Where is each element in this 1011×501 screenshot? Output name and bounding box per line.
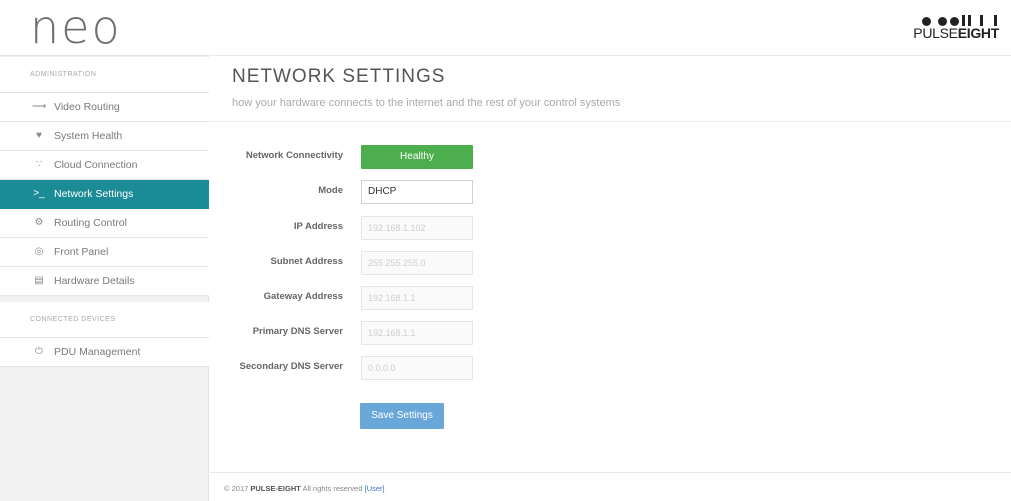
sidebar-item-label: Front Panel	[54, 246, 109, 258]
mode-row: Mode DHCP	[210, 180, 1011, 204]
network-connectivity-label: Network Connectivity	[245, 150, 343, 161]
pulse-eight-logo: PULSEEIGHT	[905, 12, 1001, 46]
secondary-dns-label: Secondary DNS Server	[239, 361, 344, 372]
gateway-address-field[interactable]: 192.168.1.1	[361, 286, 473, 310]
subnet-address-row: Subnet Address 255.255.255.0	[210, 251, 1011, 275]
hardware-icon: ▤	[34, 275, 44, 286]
divider	[210, 121, 1011, 122]
page-title: NETWORK SETTINGS	[232, 66, 446, 87]
ip-address-row: IP Address 192.168.1.102	[210, 216, 1011, 240]
sidebar-item-label: Cloud Connection	[54, 159, 138, 171]
sidebar-item-label: Hardware Details	[54, 275, 135, 287]
ip-address-label: IP Address	[293, 221, 343, 232]
logo-box: neo	[0, 0, 209, 56]
top-bar: PULSEEIGHT	[210, 0, 1011, 56]
sidebar-item-routing-control[interactable]: ⚙ Routing Control	[0, 209, 209, 238]
sidebar-item-video-routing[interactable]: ⟶ Video Routing	[0, 93, 209, 122]
gears-icon: ⚙	[34, 217, 44, 228]
sidebar-item-label: PDU Management	[54, 346, 141, 358]
power-icon: ⏻	[35, 346, 43, 357]
save-settings-button[interactable]: Save Settings	[360, 403, 444, 429]
gateway-address-row: Gateway Address 192.168.1.1	[210, 286, 1011, 310]
primary-dns-field[interactable]: 192.168.1.1	[361, 321, 473, 345]
sidebar-item-network-settings[interactable]: >_ Network Settings	[0, 180, 209, 209]
page-subtitle: how your hardware connects to the intern…	[232, 97, 621, 109]
sidebar-item-pdu-management[interactable]: ⏻ PDU Management	[0, 338, 209, 367]
admin-heading: ADMINISTRATION	[0, 57, 209, 93]
connectivity-status-badge: Healthy	[361, 145, 473, 169]
secondary-dns-field[interactable]: 0.0.0.0	[361, 356, 473, 380]
neo-logo[interactable]: neo	[30, 0, 122, 54]
app: neo ADMINISTRATION ⟶ Video Routing ♥ Sys…	[0, 0, 1011, 501]
devices-section: CONNECTED DEVICES ⏻ PDU Management	[0, 302, 209, 367]
terminal-icon: >_	[33, 188, 45, 199]
secondary-dns-row: Secondary DNS Server 0.0.0.0	[210, 356, 1011, 380]
sidebar: neo ADMINISTRATION ⟶ Video Routing ♥ Sys…	[0, 0, 209, 501]
subnet-address-label: Subnet Address	[270, 256, 344, 267]
panel-icon: ◎	[34, 246, 44, 257]
mode-select[interactable]: DHCP	[361, 180, 473, 204]
footer-copyright: © 2017 PULSE-EIGHT All rights reserved […	[224, 484, 385, 493]
heart-icon: ♥	[36, 130, 42, 141]
brand-name: PULSEEIGHT	[913, 25, 999, 41]
wifi-icon: ∵	[35, 159, 43, 170]
ip-address-field[interactable]: 192.168.1.102	[361, 216, 473, 240]
admin-section: ADMINISTRATION ⟶ Video Routing ♥ System …	[0, 57, 209, 296]
sidebar-item-hardware-details[interactable]: ▤ Hardware Details	[0, 267, 209, 296]
footer: © 2017 PULSE-EIGHT All rights reserved […	[210, 472, 1011, 501]
sidebar-item-label: Network Settings	[54, 188, 134, 200]
gateway-address-label: Gateway Address	[263, 291, 343, 302]
sidebar-item-label: System Health	[54, 130, 123, 142]
primary-dns-row: Primary DNS Server 192.168.1.1	[210, 321, 1011, 345]
sidebar-item-front-panel[interactable]: ◎ Front Panel	[0, 238, 209, 267]
sidebar-item-cloud-connection[interactable]: ∵ Cloud Connection	[0, 151, 209, 180]
sidebar-item-label: Video Routing	[54, 101, 120, 113]
network-connectivity-row: Network Connectivity Healthy	[210, 145, 1011, 169]
sidebar-item-system-health[interactable]: ♥ System Health	[0, 122, 209, 151]
mode-label: Mode	[318, 185, 343, 196]
subnet-address-field[interactable]: 255.255.255.0	[361, 251, 473, 275]
sidebar-item-label: Routing Control	[54, 217, 127, 229]
main-content: NETWORK SETTINGS how your hardware conne…	[210, 57, 1011, 464]
home-icon: ⟶	[32, 101, 47, 112]
primary-dns-label: Primary DNS Server	[252, 326, 343, 337]
devices-heading: CONNECTED DEVICES	[0, 302, 209, 338]
user-link[interactable]: [User]	[365, 484, 385, 493]
